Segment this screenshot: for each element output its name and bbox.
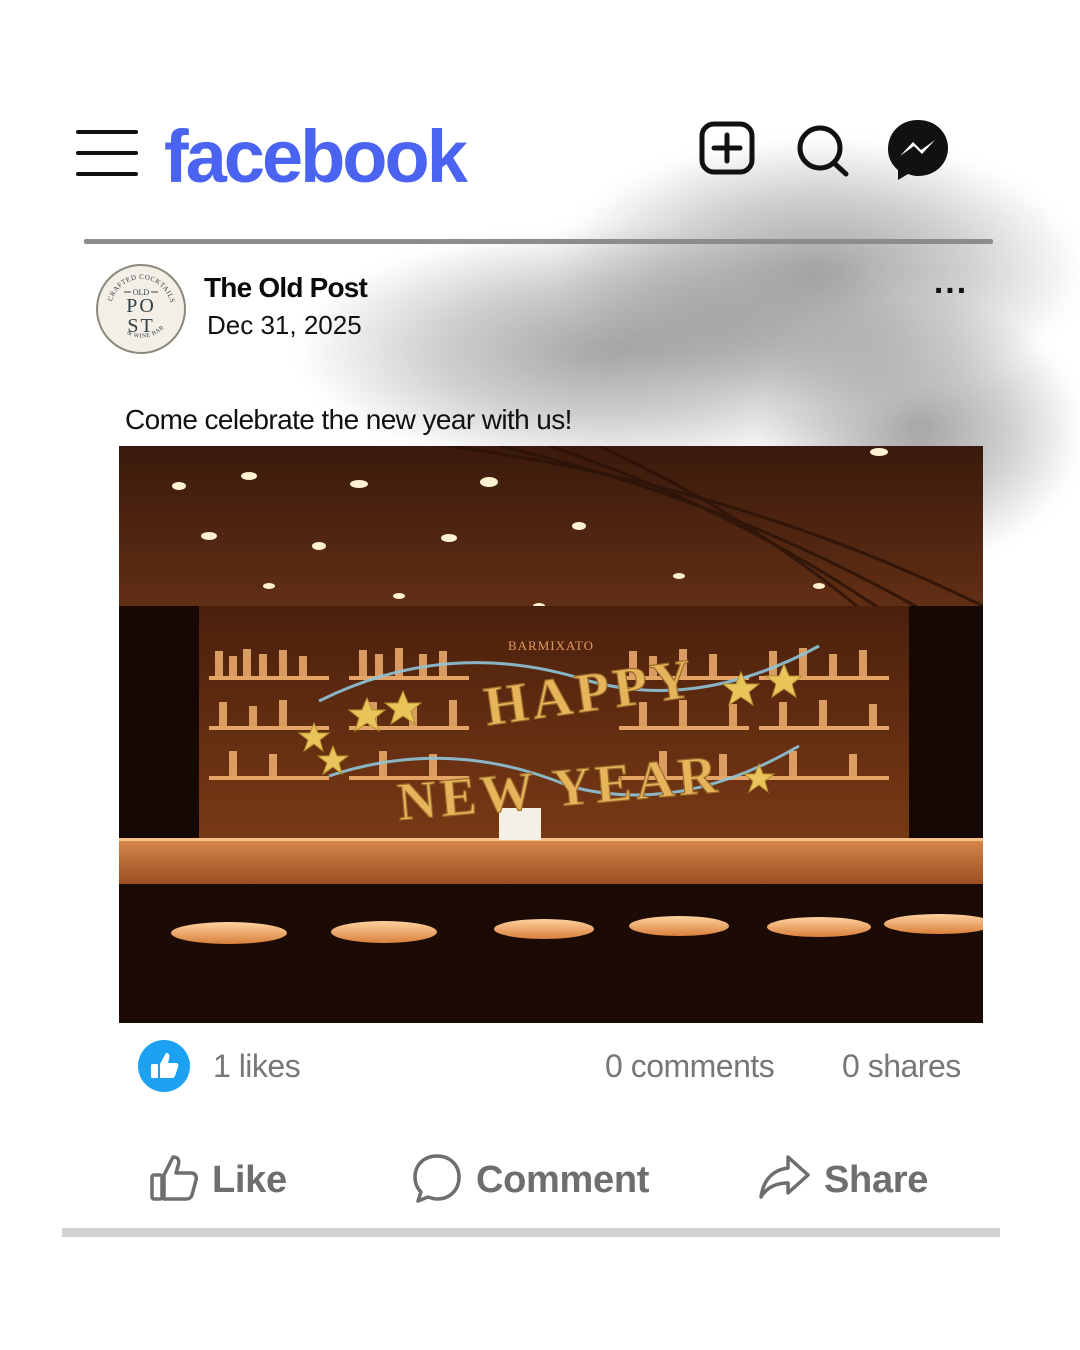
page-avatar[interactable]: CRAFTED COCKTAILS & WINE BAR OLD PO ST [96,264,186,354]
add-square-icon[interactable] [698,118,758,178]
share-arrow-icon [758,1153,810,1208]
search-icon[interactable] [794,118,854,178]
post-image[interactable]: BARMIXATO HAPPY NEW YEAR [119,446,983,1023]
top-navigation-bar: facebook [0,0,1080,240]
svg-text:PO: PO [126,295,156,317]
svg-text:BARMIXATO: BARMIXATO [508,638,594,653]
share-label: Share [824,1158,929,1201]
svg-text:ST: ST [127,315,154,337]
like-badge-icon [138,1040,190,1092]
likes-count[interactable]: 1 likes [213,1048,301,1085]
post-bottom-divider [62,1228,1000,1237]
post-caption: Come celebrate the new year with us! [125,404,572,435]
hamburger-menu-icon[interactable] [76,128,140,178]
shares-count[interactable]: 0 shares [842,1048,961,1085]
header-divider [84,239,993,244]
comments-count[interactable]: 0 comments [605,1048,775,1085]
like-button[interactable]: Like [150,1150,287,1210]
like-label: Like [212,1158,287,1201]
messenger-icon[interactable] [886,118,948,180]
facebook-logo[interactable]: facebook [164,112,468,202]
comment-label: Comment [476,1158,650,1201]
thumbs-up-icon [150,1153,198,1208]
share-button[interactable]: Share [758,1150,928,1210]
comment-button[interactable]: Comment [412,1150,649,1210]
comment-bubble-icon [412,1153,462,1208]
post-date[interactable]: Dec 31, 2025 [207,310,362,341]
more-options-icon[interactable]: ... [928,265,974,302]
page-name[interactable]: The Old Post [204,272,368,304]
